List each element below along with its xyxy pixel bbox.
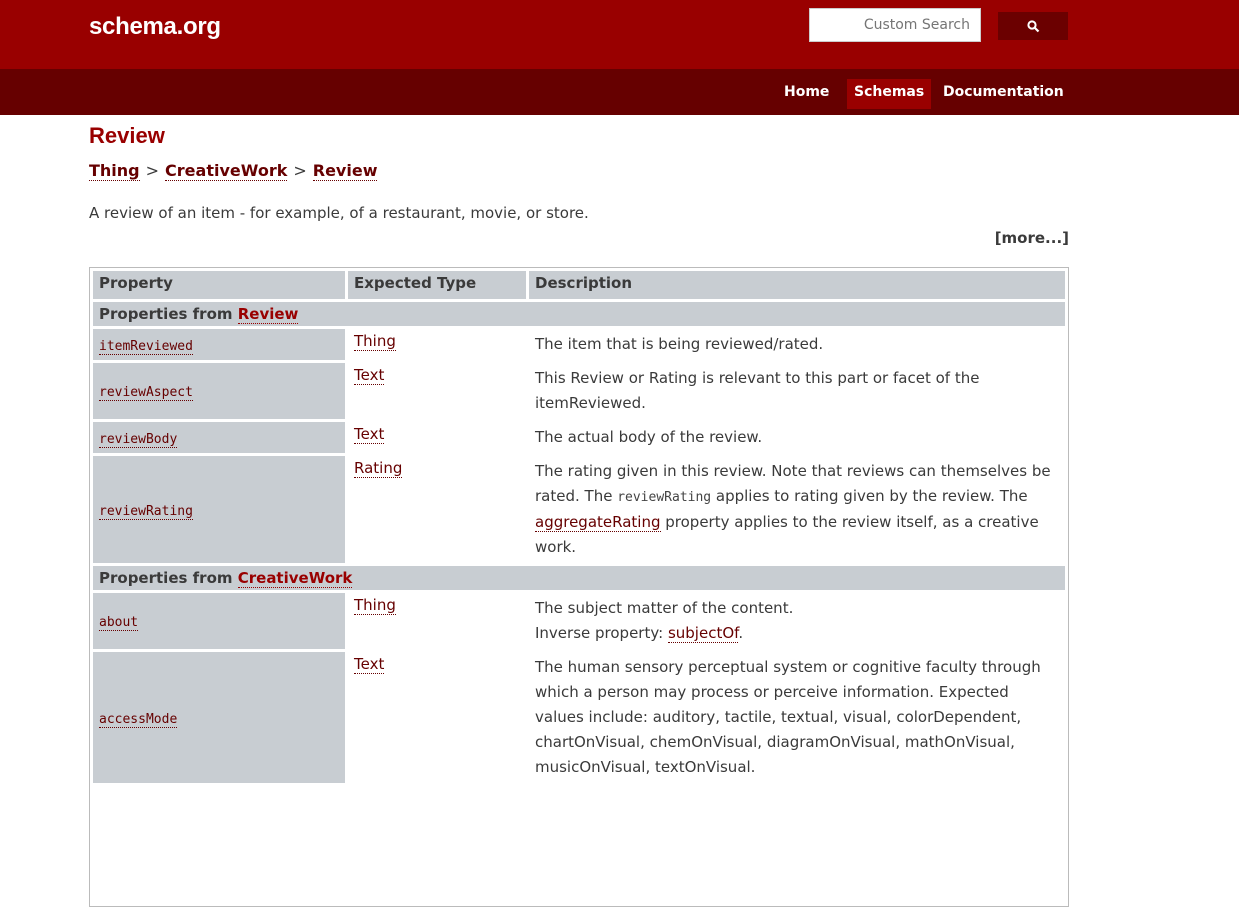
property-about[interactable]: about <box>99 615 139 631</box>
breadcrumb-thing[interactable]: Thing <box>89 161 140 181</box>
section-row-creativework: Properties from CreativeWork <box>93 566 1065 590</box>
property-item-reviewed[interactable]: itemReviewed <box>99 338 193 355</box>
header-expected-type: Expected Type <box>348 271 526 299</box>
table-row: reviewAspect Text This Review or Rating … <box>93 363 1065 419</box>
table-row: about Thing The subject matter of the co… <box>93 593 1065 649</box>
site-logo[interactable]: schema.org <box>89 13 221 41</box>
table-row: accessMode Text The human sensory percep… <box>93 652 1065 783</box>
nav-documentation[interactable]: Documentation <box>936 79 1071 109</box>
type-link[interactable]: Rating <box>354 459 403 478</box>
search-button[interactable] <box>998 12 1068 40</box>
nav-home[interactable]: Home <box>777 79 836 109</box>
row-description: The subject matter of the content. Invers… <box>535 599 794 643</box>
subject-of-link[interactable]: subjectOf <box>667 624 739 643</box>
breadcrumb-separator: > <box>293 161 307 180</box>
type-link[interactable]: Text <box>354 366 385 385</box>
row-description: The actual body of the review. <box>535 428 763 446</box>
inline-code: reviewRating <box>617 490 712 505</box>
search-input[interactable] <box>809 8 981 42</box>
section-prefix: Properties from <box>99 569 233 587</box>
row-description: The item that is being reviewed/rated. <box>535 335 824 353</box>
page-title: Review <box>89 123 165 148</box>
breadcrumb-creativework[interactable]: CreativeWork <box>165 161 288 181</box>
property-review-aspect[interactable]: reviewAspect <box>99 385 193 401</box>
breadcrumb: Thing > CreativeWork > Review <box>89 161 378 181</box>
type-description: A review of an item - for example, of a … <box>89 204 589 222</box>
table-row: reviewRating Rating The rating given in … <box>93 456 1065 563</box>
table-row: reviewBody Text The actual body of the r… <box>93 422 1065 453</box>
property-review-body[interactable]: reviewBody <box>99 431 178 448</box>
section-link-review[interactable]: Review <box>237 305 299 324</box>
nav-bar: Home Schemas Documentation <box>0 69 1239 115</box>
property-review-rating[interactable]: reviewRating <box>99 503 193 520</box>
table-row: itemReviewed Thing The item that is bein… <box>93 329 1065 360</box>
aggregate-rating-link[interactable]: aggregateRating <box>535 513 661 532</box>
breadcrumb-review[interactable]: Review <box>312 161 378 181</box>
magnifier-icon <box>1026 19 1039 32</box>
more-link[interactable]: [more...] <box>995 229 1069 247</box>
row-description: The human sensory perceptual system or c… <box>535 658 1041 776</box>
section-prefix: Properties from <box>99 305 233 323</box>
top-bar: schema.org <box>0 0 1239 69</box>
property-access-mode[interactable]: accessMode <box>99 711 178 728</box>
breadcrumb-separator: > <box>145 161 160 180</box>
nav-schemas[interactable]: Schemas <box>847 79 932 109</box>
row-description: This Review or Rating is relevant to thi… <box>535 369 980 412</box>
header-property: Property <box>93 271 345 299</box>
type-link[interactable]: Text <box>354 655 385 674</box>
table-header-row: Property Expected Type Description <box>93 271 1065 299</box>
type-link[interactable]: Thing <box>354 332 396 351</box>
header-description: Description <box>529 271 1065 299</box>
row-description: The rating given in this review. Note th… <box>535 462 1051 556</box>
section-link-creativework[interactable]: CreativeWork <box>237 569 353 588</box>
section-row-review: Properties from Review <box>93 302 1065 326</box>
type-link[interactable]: Thing <box>354 596 396 615</box>
properties-table: Property Expected Type Description Prope… <box>89 267 1069 907</box>
type-link[interactable]: Text <box>354 425 385 444</box>
